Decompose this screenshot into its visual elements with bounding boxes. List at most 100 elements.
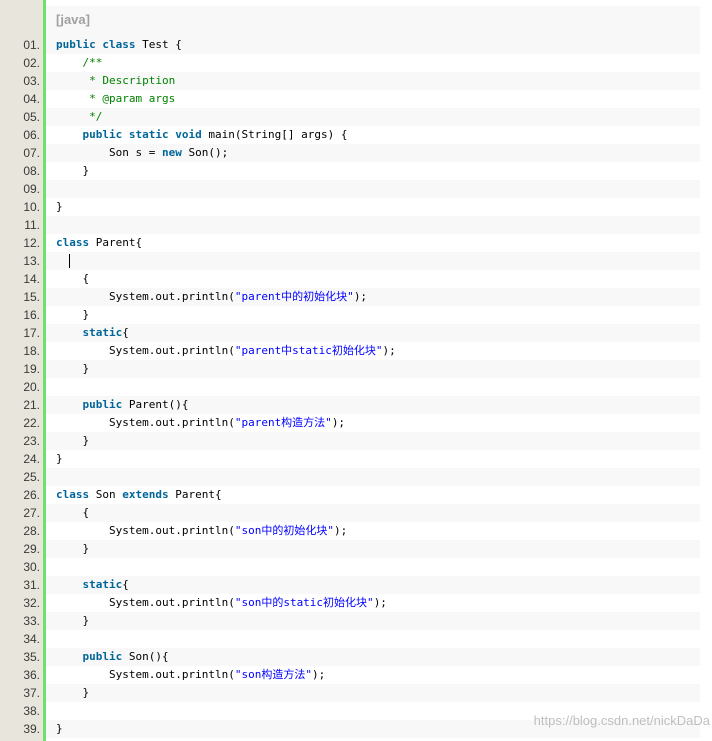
code-text: public Son(){	[46, 648, 700, 666]
code-text: static{	[46, 576, 700, 594]
line-number: 39.	[23, 722, 40, 736]
code-text: {	[46, 504, 700, 522]
code-token: );	[373, 596, 387, 609]
code-token: System.out.println(	[108, 524, 235, 537]
code-token: }	[56, 722, 63, 735]
code-token: );	[382, 344, 396, 357]
code-token: }	[82, 434, 90, 447]
code-text: }	[46, 162, 700, 180]
code-header: [java]	[46, 6, 700, 36]
line-number: 21.	[23, 398, 40, 412]
code-token: {	[82, 272, 90, 285]
string-token: "parent构造方法"	[234, 416, 332, 429]
line-number: 13.	[23, 254, 40, 268]
code-line: 09.	[0, 180, 700, 198]
code-text: /**	[46, 54, 700, 72]
code-line: 23. }	[0, 432, 700, 450]
line-number: 04.	[23, 92, 40, 106]
code-text: System.out.println("son中的初始化块");	[46, 522, 700, 540]
code-token: System.out.println(	[108, 416, 235, 429]
code-lines: 01. public class Test {02. /** 03. * Descr…	[0, 36, 700, 738]
string-token: "parent中static初始化块"	[234, 344, 383, 357]
code-text: }	[46, 198, 700, 216]
code-text: System.out.println("parent中static初始化块");	[46, 342, 700, 360]
code-token: {	[122, 326, 129, 339]
line-number: 26.	[23, 488, 40, 502]
code-line: 11.	[0, 216, 700, 234]
code-line: 01. public class Test {	[0, 36, 700, 54]
code-line: 27. {	[0, 504, 700, 522]
code-token: );	[333, 524, 348, 537]
line-number: 10.	[23, 200, 40, 214]
code-token: main(String[] args) {	[201, 128, 348, 141]
string-token: "parent中的初始化块"	[234, 290, 354, 303]
line-number: 03.	[23, 74, 40, 88]
code-token: }	[82, 542, 90, 555]
code-text: System.out.println("son中的static初始化块");	[46, 594, 700, 612]
code-token: {	[82, 506, 90, 519]
code-line: 04. * @param args	[0, 90, 700, 108]
keyword-token: void	[175, 128, 202, 141]
line-number: 25.	[23, 470, 40, 484]
code-line: 10.}	[0, 198, 700, 216]
keyword-token: new	[161, 146, 182, 159]
code-line: 16. }	[0, 306, 700, 324]
code-line: 19. }	[0, 360, 700, 378]
code-line: 15. System.out.println("parent中的初始化块");	[0, 288, 700, 306]
line-number: 15.	[23, 290, 40, 304]
code-line: 02. /**	[0, 54, 700, 72]
code-line: 06. public static void main(String[] arg…	[0, 126, 700, 144]
code-text: public static void main(String[] args) {	[46, 126, 700, 144]
line-number: 20.	[23, 380, 40, 394]
code-text: System.out.println("son构造方法");	[46, 666, 700, 684]
code-text	[46, 216, 700, 234]
line-number: 19.	[23, 362, 40, 376]
code-token: Parent{	[89, 236, 143, 249]
line-number: 36.	[23, 668, 40, 682]
code-line: 22. System.out.println("parent构造方法");	[0, 414, 700, 432]
code-token: }	[82, 614, 90, 627]
code-text: }	[46, 360, 700, 378]
line-number: 23.	[23, 434, 40, 448]
code-text: }	[46, 306, 700, 324]
line-number: 35.	[23, 650, 40, 664]
code-line: 18. System.out.println("parent中static初始化…	[0, 342, 700, 360]
code-line: 30.	[0, 558, 700, 576]
code-token: );	[331, 416, 346, 429]
code-line: 35. public Son(){	[0, 648, 700, 666]
keyword-token: public	[82, 128, 123, 141]
keyword-token: public	[82, 398, 123, 411]
code-token: );	[353, 290, 368, 303]
code-token: }	[82, 686, 90, 699]
comment-token: /**	[82, 56, 103, 69]
code-text: }	[46, 540, 700, 558]
code-token: );	[311, 668, 326, 681]
line-number: 06.	[23, 128, 40, 142]
code-line: 12. class Parent{	[0, 234, 700, 252]
code-line: 32. System.out.println("son中的static初始化块"…	[0, 594, 700, 612]
code-text	[46, 468, 700, 486]
keyword-token: extends	[122, 488, 169, 501]
code-text: {	[46, 270, 700, 288]
line-number: 30.	[23, 560, 40, 574]
code-line: 20.	[0, 378, 700, 396]
code-line: 21. public Parent(){	[0, 396, 700, 414]
line-number: 14.	[23, 272, 40, 286]
comment-token: * Description	[89, 74, 176, 87]
code-line: 25.	[0, 468, 700, 486]
code-line: 08. }	[0, 162, 700, 180]
code-block: [java] 01. public class Test {02. /** 03. …	[0, 0, 700, 741]
code-token: Son	[89, 488, 123, 501]
line-number: 17.	[23, 326, 40, 340]
language-label: [java]	[56, 12, 90, 27]
code-line: 14. {	[0, 270, 700, 288]
code-line: 17. static{	[0, 324, 700, 342]
comment-token: */	[89, 110, 103, 123]
line-number: 28.	[23, 524, 40, 538]
line-number: 07.	[23, 146, 40, 160]
code-text: class Parent{	[46, 234, 700, 252]
keyword-token: class	[56, 488, 90, 501]
code-line: 24.}	[0, 450, 700, 468]
